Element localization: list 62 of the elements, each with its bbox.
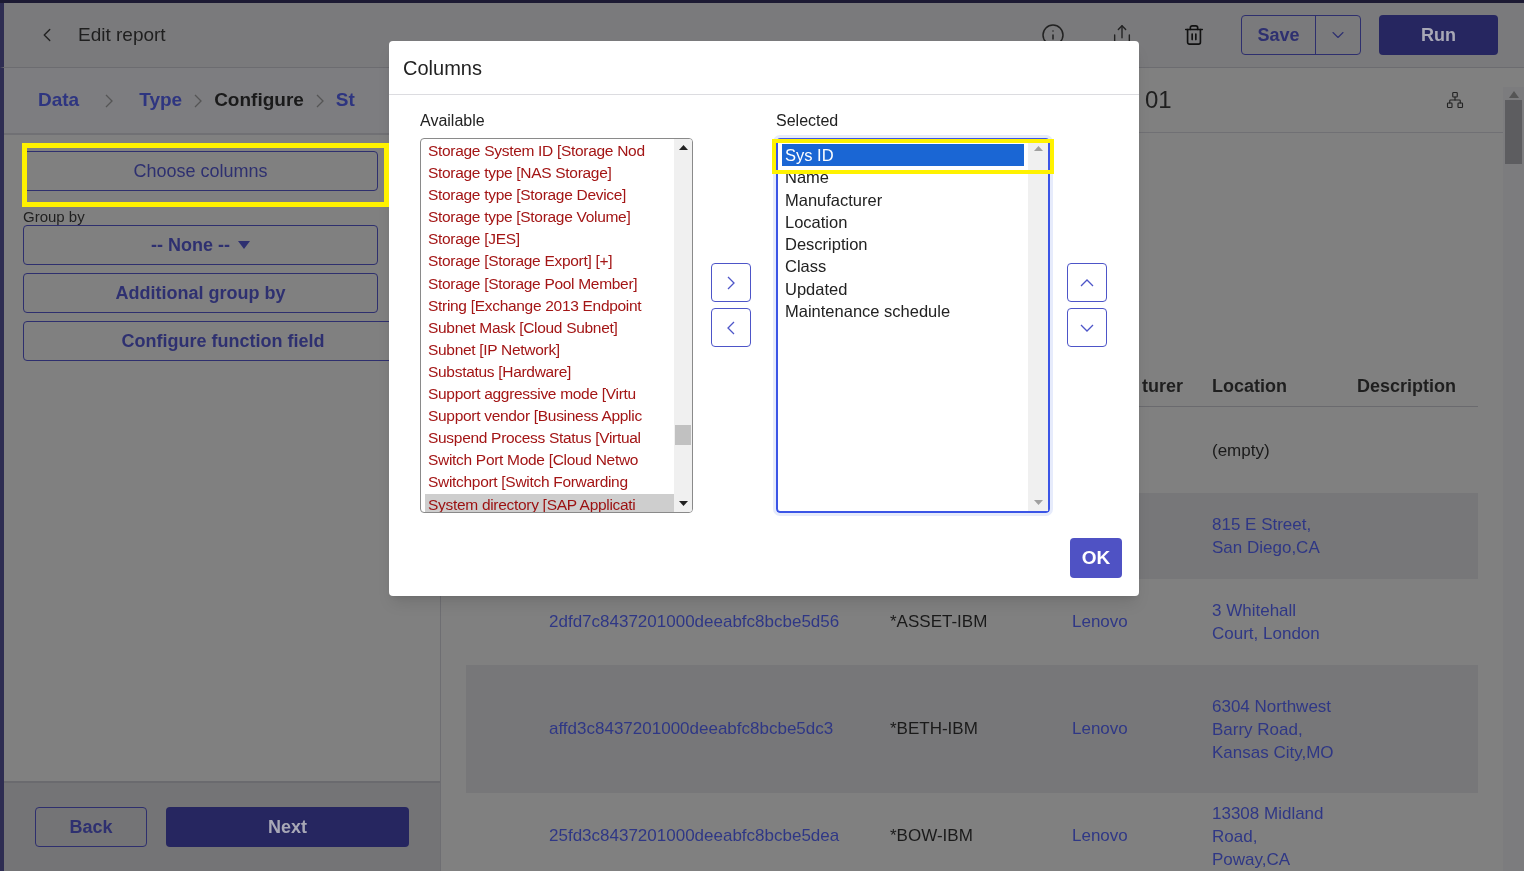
list-scrollbar[interactable] [674, 139, 692, 512]
dialog-title: Columns [403, 55, 482, 81]
available-option[interactable]: Storage type [NAS Storage] [425, 162, 674, 185]
available-option[interactable]: Substatus [Hardware] [425, 360, 674, 384]
chevron-icon [315, 93, 324, 108]
delete-icon[interactable] [1183, 23, 1205, 47]
chevron-icon [194, 93, 203, 108]
scroll-down-icon[interactable] [678, 501, 688, 506]
available-option[interactable]: Subnet [IP Network] [425, 338, 674, 361]
next-button[interactable]: Next [166, 807, 409, 847]
page-title: Edit report [78, 22, 166, 47]
hierarchy-icon[interactable] [1446, 91, 1464, 109]
scrollbar-thumb[interactable] [1505, 100, 1522, 164]
table-cell-text: (empty) [1212, 439, 1271, 462]
chevron-left-icon [727, 320, 735, 335]
available-option[interactable]: Support vendor [Business Applic [425, 405, 674, 428]
chevron-right-icon [727, 275, 735, 290]
available-option[interactable]: String [Exchange 2013 Endpoint [425, 294, 674, 317]
available-list[interactable] [420, 138, 693, 513]
move-up-button[interactable] [1067, 263, 1107, 302]
available-option[interactable]: Support aggressive mode [Virtu [425, 383, 674, 406]
chevron-down-icon [1080, 323, 1094, 332]
table-cell-text: *ASSET-IBM [890, 611, 989, 634]
selected-option[interactable]: Maintenance schedule [782, 300, 1024, 323]
column-header: turer [1142, 375, 1183, 398]
step-link[interactable]: Configure [214, 86, 304, 115]
selected-option[interactable]: Location [782, 210, 1024, 234]
report-title: 01 [1145, 85, 1172, 115]
group-by-label: Group by [23, 209, 85, 225]
table-cell-text: *BOW-IBM [890, 825, 974, 848]
run-button[interactable]: Run [1379, 15, 1498, 55]
available-option[interactable]: Switchport [Switch Forwarding [425, 471, 674, 494]
caret-icon [238, 241, 250, 249]
move-down-button[interactable] [1067, 308, 1107, 347]
remove-column-button[interactable] [711, 308, 751, 347]
available-option[interactable]: Storage System ID [Storage Nod [425, 140, 674, 163]
chevron-up-icon [1080, 278, 1094, 287]
available-option[interactable]: Storage type [Storage Device] [425, 184, 674, 207]
scroll-up-icon[interactable] [678, 145, 688, 150]
selected-option[interactable]: Manufacturer [782, 188, 1024, 211]
add-column-button[interactable] [711, 263, 751, 302]
available-label: Available [420, 111, 486, 131]
available-option[interactable]: Suspend Process Status [Virtual [425, 427, 674, 450]
scrollbar[interactable] [1503, 87, 1524, 871]
selected-option[interactable]: Class [782, 255, 1024, 278]
selected-option[interactable]: Updated [782, 277, 1024, 301]
column-header: Description [1357, 375, 1457, 398]
available-option[interactable]: Subnet Mask [Cloud Subnet] [425, 316, 674, 339]
available-option[interactable]: Switch Port Mode [Cloud Netwo [425, 449, 674, 472]
chevron-icon [105, 93, 114, 108]
available-option[interactable]: Storage type [Storage Volume] [425, 206, 674, 229]
available-option[interactable]: Storage [Storage Export] [+] [425, 250, 674, 273]
available-option[interactable]: System directory [SAP Applicati [425, 493, 674, 512]
selected-label: Selected [776, 111, 840, 131]
selected-option[interactable]: Description [782, 233, 1024, 256]
column-header: Location [1212, 375, 1287, 398]
scrollbar-thumb[interactable] [675, 425, 691, 445]
available-option[interactable]: Storage [JES] [425, 228, 674, 251]
selected-option[interactable]: Sys ID [782, 144, 1024, 167]
available-option[interactable]: Storage [Storage Pool Member] [425, 272, 674, 295]
ok-button[interactable]: OK [1070, 538, 1122, 578]
table-cell-text: *BETH-IBM [890, 718, 979, 741]
